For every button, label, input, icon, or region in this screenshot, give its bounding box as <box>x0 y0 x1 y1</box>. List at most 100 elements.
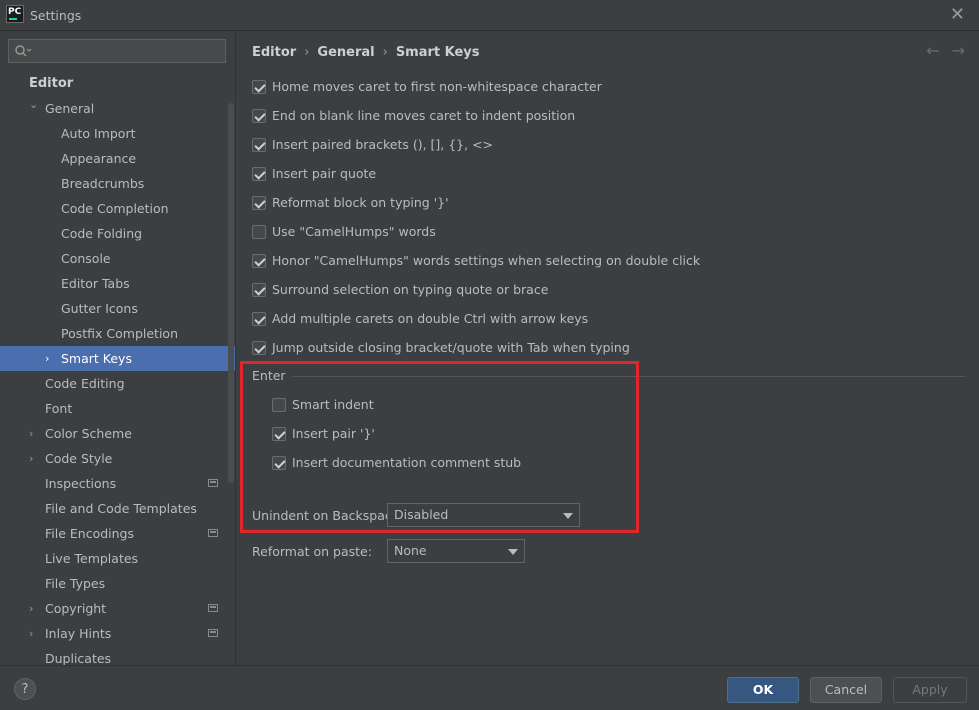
ok-button[interactable]: OK <box>727 677 799 703</box>
help-button[interactable]: ? <box>14 678 36 700</box>
sidebar-item[interactable]: › Inlay Hints <box>0 621 235 646</box>
sidebar-item[interactable]: Postfix Completion <box>0 321 235 346</box>
chevron-right-icon[interactable]: › <box>29 621 41 646</box>
sidebar-item[interactable]: File and Code Templates <box>0 496 235 521</box>
sidebar-item-label: Copyright <box>45 601 107 616</box>
chevron-right-icon[interactable]: › <box>45 346 57 371</box>
option-label: Insert pair quote <box>272 166 377 181</box>
option-label: Add multiple carets on double Ctrl with … <box>272 311 589 326</box>
sidebar-item-label: Breadcrumbs <box>61 176 145 191</box>
reformat-select[interactable]: None <box>387 539 525 563</box>
sidebar-item[interactable]: Breadcrumbs <box>0 171 235 196</box>
dialog-footer: ? OK Cancel Apply <box>0 665 979 710</box>
sidebar-item-label: Inlay Hints <box>45 626 112 641</box>
checkbox-checked[interactable] <box>252 196 266 210</box>
sidebar-item-label: Console <box>61 251 111 266</box>
chevron-right-icon: › <box>304 45 310 60</box>
chevron-right-icon[interactable]: › <box>29 446 41 471</box>
sidebar-item-label: Gutter Icons <box>61 301 138 316</box>
group-divider <box>292 376 965 377</box>
sidebar-item-label: Editor Tabs <box>61 276 130 291</box>
project-scope-icon <box>208 529 218 537</box>
sidebar-item[interactable]: Code Editing <box>0 371 235 396</box>
sidebar-item[interactable]: › Copyright <box>0 596 235 621</box>
option-label: Use "CamelHumps" words <box>272 224 436 239</box>
chevron-right-icon[interactable]: › <box>29 596 41 621</box>
sidebar-item[interactable]: Code Folding <box>0 221 235 246</box>
close-icon[interactable]: ✕ <box>950 4 965 25</box>
option-label: Insert documentation comment stub <box>292 455 522 470</box>
sidebar-item[interactable]: Editor Tabs <box>0 271 235 296</box>
checkbox-checked[interactable] <box>252 167 266 181</box>
unindent-select[interactable]: Disabled <box>387 503 580 527</box>
breadcrumb-item[interactable]: General <box>317 45 374 60</box>
settings-sidebar: Editor ⌄ General Auto Import Appearance Brea… <box>0 31 236 665</box>
checkbox-checked[interactable] <box>252 80 266 94</box>
sidebar-item-label: Font <box>45 401 73 416</box>
option-label: Smart indent <box>292 397 374 412</box>
sidebar-item[interactable]: File Types <box>0 571 235 596</box>
search-input[interactable] <box>8 39 226 63</box>
sidebar-item[interactable]: Appearance <box>0 146 235 171</box>
sidebar-item[interactable]: Duplicates <box>0 646 235 665</box>
option-label: End on blank line moves caret to indent … <box>272 108 576 123</box>
sidebar-item[interactable]: › Smart Keys <box>0 346 235 371</box>
option-label: Reformat block on typing '}' <box>272 195 449 210</box>
sidebar-item-label: Code Editing <box>45 376 125 391</box>
option-label: Home moves caret to first non-whitespace… <box>272 79 602 94</box>
chevron-down-icon[interactable]: ⌄ <box>29 92 41 117</box>
chevron-right-icon[interactable]: › <box>29 421 41 446</box>
apply-button[interactable]: Apply <box>893 677 967 703</box>
sidebar-item-label: Auto Import <box>61 126 136 141</box>
cancel-button[interactable]: Cancel <box>810 677 882 703</box>
checkbox-unchecked[interactable] <box>252 225 266 239</box>
checkbox-checked[interactable] <box>272 427 286 441</box>
sidebar-item-label: Postfix Completion <box>61 326 178 341</box>
sidebar-scrollbar[interactable] <box>228 103 234 483</box>
sidebar-item-label: Code Folding <box>61 226 143 241</box>
unindent-value: Disabled <box>394 507 449 522</box>
sidebar-item-label: Appearance <box>61 151 137 166</box>
settings-tree: Editor ⌄ General Auto Import Appearance Brea… <box>0 71 235 665</box>
sidebar-item[interactable]: Console <box>0 246 235 271</box>
checkbox-checked[interactable] <box>252 283 266 297</box>
sidebar-item-label: File Types <box>45 576 106 591</box>
checkbox-unchecked[interactable] <box>272 398 286 412</box>
sidebar-item[interactable]: Font <box>0 396 235 421</box>
unindent-label: Unindent on Backspace: <box>252 508 404 523</box>
checkbox-checked[interactable] <box>252 109 266 123</box>
sidebar-item-label: Duplicates <box>45 651 112 665</box>
checkbox-checked[interactable] <box>252 138 266 152</box>
sidebar-item[interactable]: Auto Import <box>0 121 235 146</box>
sidebar-item[interactable]: ⌄ General <box>0 96 235 121</box>
breadcrumb-item: Smart Keys <box>395 45 480 60</box>
checkbox-checked[interactable] <box>252 312 266 326</box>
breadcrumb-item[interactable]: Editor <box>252 45 296 60</box>
option-label: Jump outside closing bracket/quote with … <box>272 340 630 355</box>
sidebar-item[interactable]: › Code Style <box>0 446 235 471</box>
settings-content: Editor › General › Smart Keys ← → Home moves … <box>236 31 979 665</box>
project-scope-icon <box>208 604 218 612</box>
sidebar-item[interactable]: File Encodings <box>0 521 235 546</box>
back-arrow-icon[interactable]: ← <box>926 41 939 60</box>
reformat-label: Reformat on paste: <box>252 544 372 559</box>
checkbox-checked[interactable] <box>272 456 286 470</box>
checkbox-checked[interactable] <box>252 341 266 355</box>
breadcrumb: Editor › General › Smart Keys <box>252 45 480 60</box>
forward-arrow-icon[interactable]: → <box>952 41 965 60</box>
title-bar: PC Settings ✕ <box>0 0 979 31</box>
sidebar-item[interactable]: Gutter Icons <box>0 296 235 321</box>
sidebar-item-label: Smart Keys <box>61 351 132 366</box>
dropdown-arrow-icon <box>563 513 573 519</box>
sidebar-item[interactable]: Live Templates <box>0 546 235 571</box>
option-label: Insert pair '}' <box>292 426 375 441</box>
sidebar-item-label: Code Style <box>45 451 113 466</box>
project-scope-icon <box>208 479 218 487</box>
pycharm-app-icon: PC <box>6 5 24 23</box>
sidebar-item[interactable]: › Color Scheme <box>0 421 235 446</box>
chevron-right-icon: › <box>382 45 388 60</box>
sidebar-item[interactable]: Code Completion <box>0 196 235 221</box>
checkbox-checked[interactable] <box>252 254 266 268</box>
window-title: Settings <box>30 8 82 23</box>
sidebar-item[interactable]: Inspections <box>0 471 235 496</box>
